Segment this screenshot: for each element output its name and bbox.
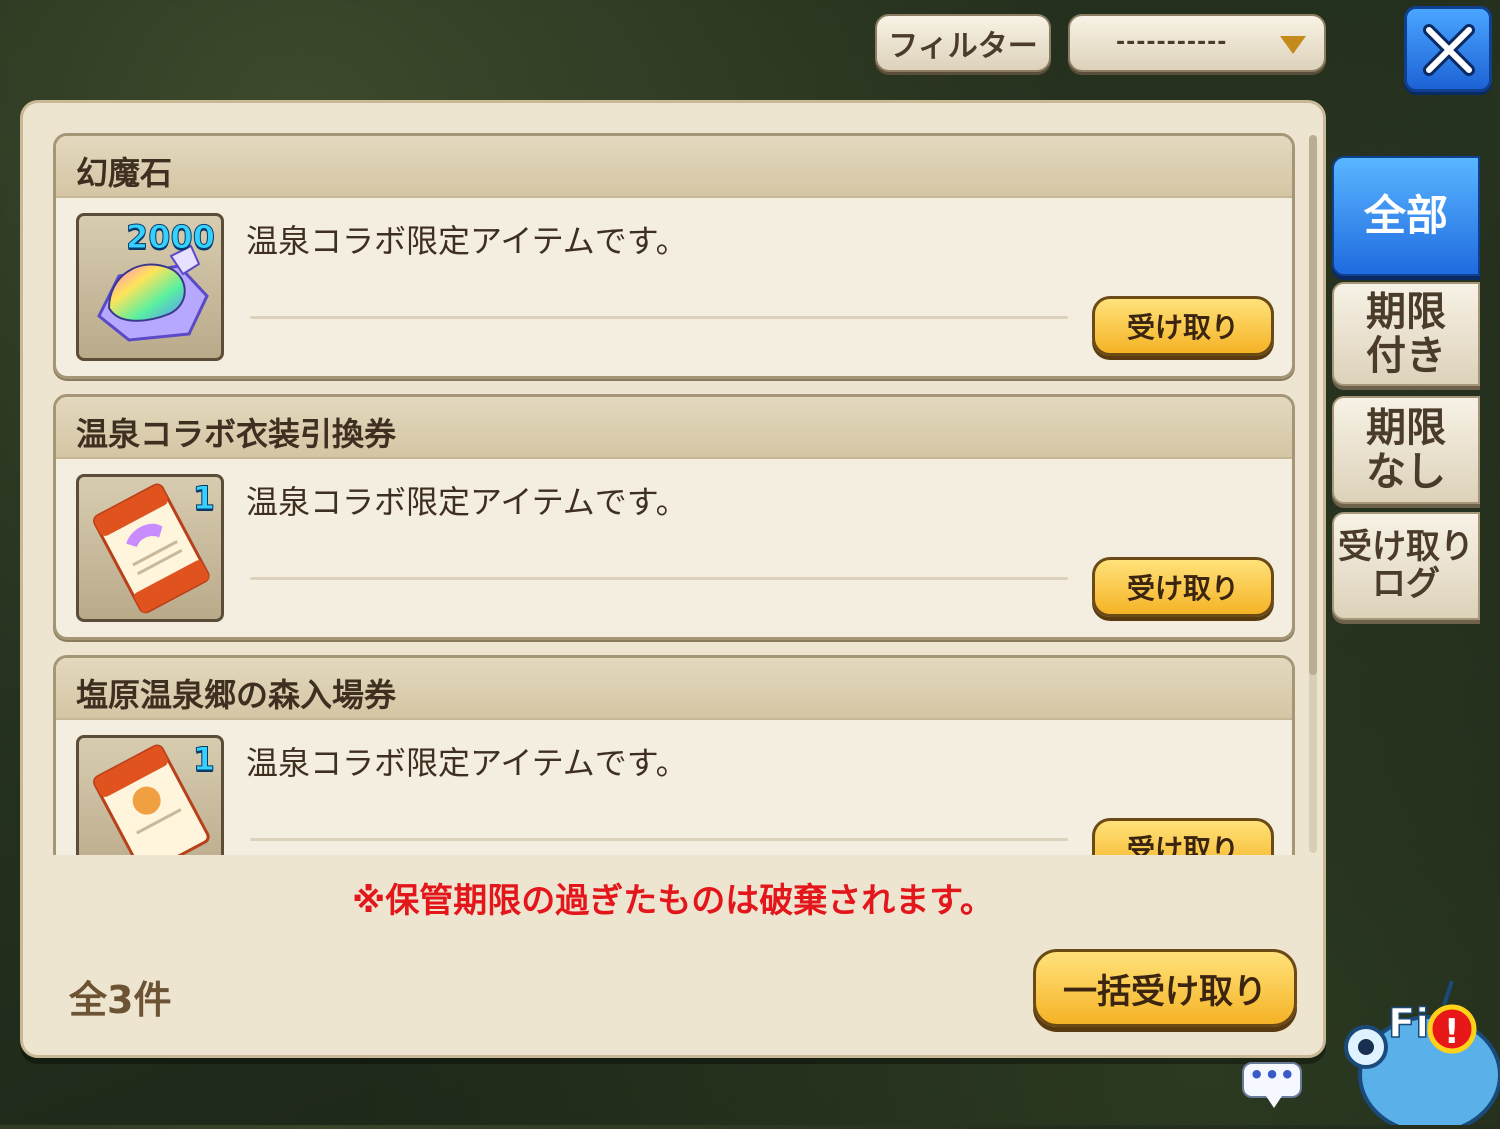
tab-claim-log[interactable]: 受け取り ログ: [1332, 512, 1480, 620]
tab-all[interactable]: 全部: [1332, 156, 1480, 276]
ticket-icon: 1: [76, 474, 224, 622]
item-header: [56, 136, 1292, 198]
item-quantity: 1: [192, 740, 215, 779]
item-name: 温泉コラボ衣装引換券: [76, 415, 397, 453]
list-item: 温泉コラボ衣装引換券 1 温泉コラボ限定アイテムです。 受け取り: [53, 394, 1295, 640]
ticket-icon: 1: [76, 735, 224, 855]
tab-label: 受け取り ログ: [1338, 526, 1474, 604]
claim-button[interactable]: 受け取り: [1092, 557, 1274, 617]
total-count: 全3件: [69, 978, 172, 1022]
item-description: 温泉コラボ限定アイテムです。: [246, 222, 688, 260]
list-item: 塩原温泉郷の森入場券 1 温泉コラボ限定アイテムです。 受け取り: [53, 655, 1295, 855]
chevron-down-icon: [1280, 36, 1306, 54]
claim-button[interactable]: 受け取り: [1092, 818, 1274, 855]
item-name: 塩原温泉郷の森入場券: [76, 676, 397, 714]
item-name: 幻魔石: [76, 154, 173, 192]
mascot-label: Fi: [1388, 1001, 1429, 1047]
present-box-panel: 幻魔石 2000 温泉コラボ限定アイテムです。 受け取り 温泉コラボ衣装引換券 …: [20, 100, 1326, 1058]
item-list[interactable]: 幻魔石 2000 温泉コラボ限定アイテムです。 受け取り 温泉コラボ衣装引換券 …: [53, 133, 1303, 855]
tab-label: 期限 付き: [1366, 289, 1446, 379]
claim-button[interactable]: 受け取り: [1092, 296, 1274, 356]
tab-label: 期限 なし: [1366, 405, 1446, 495]
close-button[interactable]: [1404, 6, 1492, 92]
item-quantity: 1: [192, 479, 215, 518]
chat-button[interactable]: •••: [1242, 1061, 1302, 1108]
claim-all-button[interactable]: 一括受け取り: [1033, 949, 1297, 1027]
divider: [250, 838, 1068, 841]
tab-with-expiry[interactable]: 期限 付き: [1332, 282, 1480, 386]
list-item: 幻魔石 2000 温泉コラボ限定アイテムです。 受け取り: [53, 133, 1295, 379]
tab-no-expiry[interactable]: 期限 なし: [1332, 396, 1480, 504]
expiry-notice: ※保管期限の過ぎたものは破棄されます。: [352, 881, 994, 921]
item-description: 温泉コラボ限定アイテムです。: [246, 744, 688, 782]
magic-stone-icon: 2000: [76, 213, 224, 361]
filter-button[interactable]: フィルター: [875, 14, 1051, 72]
mascot-icon: Fi !: [1344, 980, 1500, 1129]
item-quantity: 2000: [125, 218, 215, 257]
divider: [250, 316, 1068, 319]
filter-dropdown-value: -----------: [1116, 30, 1228, 55]
close-icon: [1423, 24, 1475, 76]
alert-icon: !: [1444, 1012, 1460, 1052]
scrollbar-thumb[interactable]: [1309, 135, 1317, 675]
divider: [250, 577, 1068, 580]
mascot-character[interactable]: Fi !: [1326, 975, 1500, 1129]
tab-label: 全部: [1363, 190, 1448, 240]
ellipsis-icon: •••: [1248, 1061, 1296, 1089]
item-description: 温泉コラボ限定アイテムです。: [246, 483, 688, 521]
filter-dropdown[interactable]: -----------: [1068, 14, 1326, 72]
scrollbar[interactable]: [1309, 135, 1317, 853]
